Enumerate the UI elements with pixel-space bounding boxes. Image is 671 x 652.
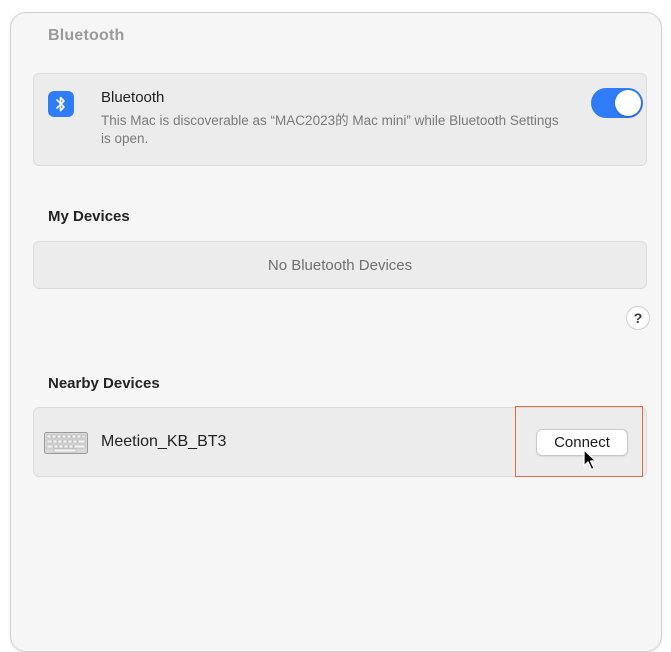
keyboard-icon xyxy=(44,432,88,459)
toggle-knob xyxy=(615,90,641,116)
connect-button[interactable]: Connect xyxy=(536,429,628,456)
bluetooth-card: Bluetooth This Mac is discoverable as “M… xyxy=(33,73,647,166)
nearby-devices-title: Nearby Devices xyxy=(48,375,160,392)
mouse-pointer-icon xyxy=(583,449,601,476)
my-devices-list: No Bluetooth Devices xyxy=(33,241,647,289)
help-button[interactable]: ? xyxy=(626,306,650,330)
bluetooth-label: Bluetooth xyxy=(101,89,165,106)
bluetooth-toggle[interactable] xyxy=(591,88,643,118)
my-devices-title: My Devices xyxy=(48,208,130,225)
device-name: Meetion_KB_BT3 xyxy=(101,433,227,450)
bluetooth-settings-window: Bluetooth Bluetooth This Mac is discover… xyxy=(10,12,662,652)
no-devices-text: No Bluetooth Devices xyxy=(267,257,413,274)
window-title: Bluetooth xyxy=(48,27,125,44)
bluetooth-description: This Mac is discoverable as “MAC2023的 Ma… xyxy=(101,113,559,146)
bluetooth-icon xyxy=(48,91,74,117)
